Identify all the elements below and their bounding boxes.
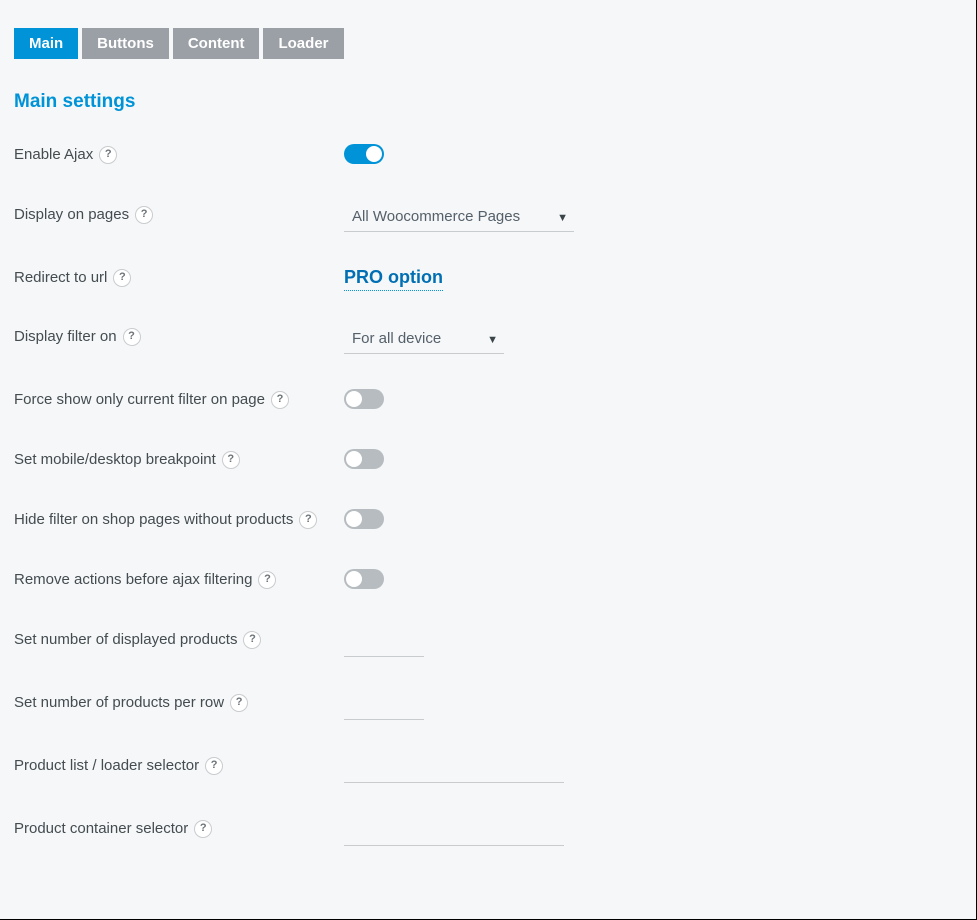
tab-main[interactable]: Main xyxy=(14,28,78,59)
help-icon[interactable]: ? xyxy=(230,694,248,712)
toggle-breakpoint[interactable] xyxy=(344,449,384,469)
label-enable-ajax: Enable Ajax xyxy=(14,143,93,167)
help-icon[interactable]: ? xyxy=(222,451,240,469)
input-container-selector[interactable] xyxy=(344,818,564,846)
label-display-on-pages: Display on pages xyxy=(14,203,129,227)
input-num-per-row[interactable] xyxy=(344,692,424,720)
help-icon[interactable]: ? xyxy=(123,328,141,346)
select-value: For all device xyxy=(352,330,441,347)
row-breakpoint: Set mobile/desktop breakpoint ? xyxy=(14,448,962,474)
row-num-per-row: Set number of products per row ? xyxy=(14,691,962,720)
row-remove-actions: Remove actions before ajax filtering ? xyxy=(14,568,962,594)
help-icon[interactable]: ? xyxy=(271,391,289,409)
input-list-selector[interactable] xyxy=(344,755,564,783)
row-num-displayed: Set number of displayed products ? xyxy=(14,628,962,657)
help-icon[interactable]: ? xyxy=(205,757,223,775)
select-display-filter-on[interactable]: For all device ▼ xyxy=(344,326,504,354)
label-redirect-to-url: Redirect to url xyxy=(14,266,107,290)
label-breakpoint: Set mobile/desktop breakpoint xyxy=(14,448,216,472)
pro-option-link[interactable]: PRO option xyxy=(344,267,443,291)
tab-buttons[interactable]: Buttons xyxy=(82,28,169,59)
label-hide-empty: Hide filter on shop pages without produc… xyxy=(14,508,293,532)
label-force-show: Force show only current filter on page xyxy=(14,388,265,412)
chevron-down-icon: ▼ xyxy=(557,212,568,224)
label-list-selector: Product list / loader selector xyxy=(14,754,199,778)
toggle-enable-ajax[interactable] xyxy=(344,144,384,164)
help-icon[interactable]: ? xyxy=(194,820,212,838)
input-num-displayed[interactable] xyxy=(344,629,424,657)
help-icon[interactable]: ? xyxy=(243,631,261,649)
tab-content[interactable]: Content xyxy=(173,28,260,59)
help-icon[interactable]: ? xyxy=(99,146,117,164)
label-num-per-row: Set number of products per row xyxy=(14,691,224,715)
row-list-selector: Product list / loader selector ? xyxy=(14,754,962,783)
toggle-hide-empty[interactable] xyxy=(344,509,384,529)
row-hide-empty: Hide filter on shop pages without produc… xyxy=(14,508,962,534)
label-num-displayed: Set number of displayed products xyxy=(14,628,237,652)
select-display-on-pages[interactable]: All Woocommerce Pages ▼ xyxy=(344,204,574,232)
select-value: All Woocommerce Pages xyxy=(352,208,520,225)
row-enable-ajax: Enable Ajax ? xyxy=(14,143,962,169)
toggle-remove-actions[interactable] xyxy=(344,569,384,589)
row-display-filter-on: Display filter on ? For all device ▼ xyxy=(14,325,962,354)
row-force-show: Force show only current filter on page ? xyxy=(14,388,962,414)
label-remove-actions: Remove actions before ajax filtering xyxy=(14,568,252,592)
toggle-force-show[interactable] xyxy=(344,389,384,409)
row-redirect-to-url: Redirect to url ? PRO option xyxy=(14,266,962,291)
settings-tabs: Main Buttons Content Loader xyxy=(14,28,962,59)
row-display-on-pages: Display on pages ? All Woocommerce Pages… xyxy=(14,203,962,232)
section-title: Main settings xyxy=(14,91,962,113)
help-icon[interactable]: ? xyxy=(299,511,317,529)
help-icon[interactable]: ? xyxy=(135,206,153,224)
tab-loader[interactable]: Loader xyxy=(263,28,343,59)
chevron-down-icon: ▼ xyxy=(487,334,498,346)
help-icon[interactable]: ? xyxy=(258,571,276,589)
label-container-selector: Product container selector xyxy=(14,817,188,841)
help-icon[interactable]: ? xyxy=(113,269,131,287)
label-display-filter-on: Display filter on xyxy=(14,325,117,349)
row-container-selector: Product container selector ? xyxy=(14,817,962,846)
